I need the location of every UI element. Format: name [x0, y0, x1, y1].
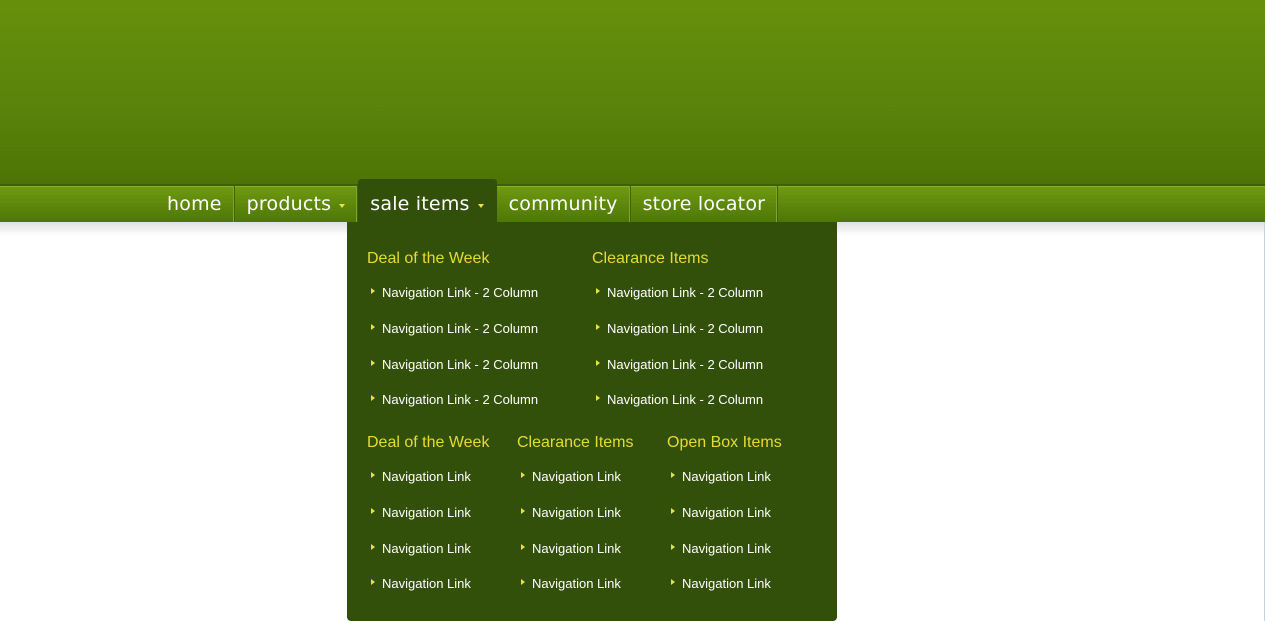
nav-link[interactable]: Navigation Link [382, 469, 471, 484]
bullet-arrow-icon [596, 288, 600, 294]
column-heading: Open Box Items [667, 434, 782, 451]
header-banner [0, 0, 1265, 186]
bullet-arrow-icon [521, 579, 525, 585]
nav-link[interactable]: Navigation Link [682, 576, 771, 591]
nav-link[interactable]: Navigation Link [532, 469, 621, 484]
nav-link[interactable]: Navigation Link [532, 505, 621, 520]
bullet-arrow-icon [521, 544, 525, 550]
bullet-arrow-icon [371, 288, 375, 294]
nav-link[interactable]: Navigation Link [682, 541, 771, 556]
nav-item-community[interactable]: community [497, 186, 631, 222]
nav-item-label: home [167, 193, 222, 215]
sale-items-dropdown: Deal of the Week Clearance Items Navigat… [347, 222, 837, 621]
nav-link[interactable]: Navigation Link - 2 Column [382, 285, 538, 300]
bullet-arrow-icon [596, 360, 600, 366]
bullet-arrow-icon [371, 395, 375, 401]
nav-link[interactable]: Navigation Link - 2 Column [382, 357, 538, 372]
main-nav: home products sale items community store… [155, 179, 779, 222]
nav-item-products[interactable]: products [235, 186, 359, 222]
nav-link[interactable]: Navigation Link [382, 505, 471, 520]
bullet-arrow-icon [596, 395, 600, 401]
caret-down-icon [339, 203, 346, 208]
column-heading: Clearance Items [517, 434, 634, 451]
bullet-arrow-icon [521, 472, 525, 478]
nav-item-label: products [246, 193, 332, 215]
nav-link[interactable]: Navigation Link - 2 Column [382, 321, 538, 336]
nav-link[interactable]: Navigation Link - 2 Column [607, 392, 763, 407]
nav-link[interactable]: Navigation Link - 2 Column [607, 285, 763, 300]
bullet-arrow-icon [371, 579, 375, 585]
nav-link[interactable]: Navigation Link [532, 576, 621, 591]
nav-link[interactable]: Navigation Link [682, 469, 771, 484]
nav-link[interactable]: Navigation Link [682, 505, 771, 520]
bullet-arrow-icon [671, 579, 675, 585]
column-heading: Deal of the Week [367, 434, 490, 451]
bullet-arrow-icon [371, 324, 375, 330]
bullet-arrow-icon [671, 544, 675, 550]
bullet-arrow-icon [671, 472, 675, 478]
column-heading: Deal of the Week [367, 250, 490, 267]
nav-link[interactable]: Navigation Link - 2 Column [382, 392, 538, 407]
nav-item-label: sale items [370, 193, 470, 215]
bullet-arrow-icon [371, 360, 375, 366]
bullet-arrow-icon [596, 324, 600, 330]
caret-down-icon [477, 203, 484, 208]
nav-link[interactable]: Navigation Link [382, 541, 471, 556]
nav-item-store-locator[interactable]: store locator [631, 186, 779, 222]
nav-link[interactable]: Navigation Link - 2 Column [607, 321, 763, 336]
nav-item-home[interactable]: home [155, 186, 235, 222]
bullet-arrow-icon [671, 508, 675, 514]
bullet-arrow-icon [521, 508, 525, 514]
nav-item-sale-items[interactable]: sale items [358, 179, 497, 222]
nav-link[interactable]: Navigation Link [532, 541, 621, 556]
nav-item-label: community [508, 193, 618, 215]
bullet-arrow-icon [371, 508, 375, 514]
nav-link[interactable]: Navigation Link [382, 576, 471, 591]
nav-item-label: store locator [642, 193, 766, 215]
bullet-arrow-icon [371, 544, 375, 550]
bullet-arrow-icon [371, 472, 375, 478]
column-heading: Clearance Items [592, 250, 709, 267]
nav-link[interactable]: Navigation Link - 2 Column [607, 357, 763, 372]
